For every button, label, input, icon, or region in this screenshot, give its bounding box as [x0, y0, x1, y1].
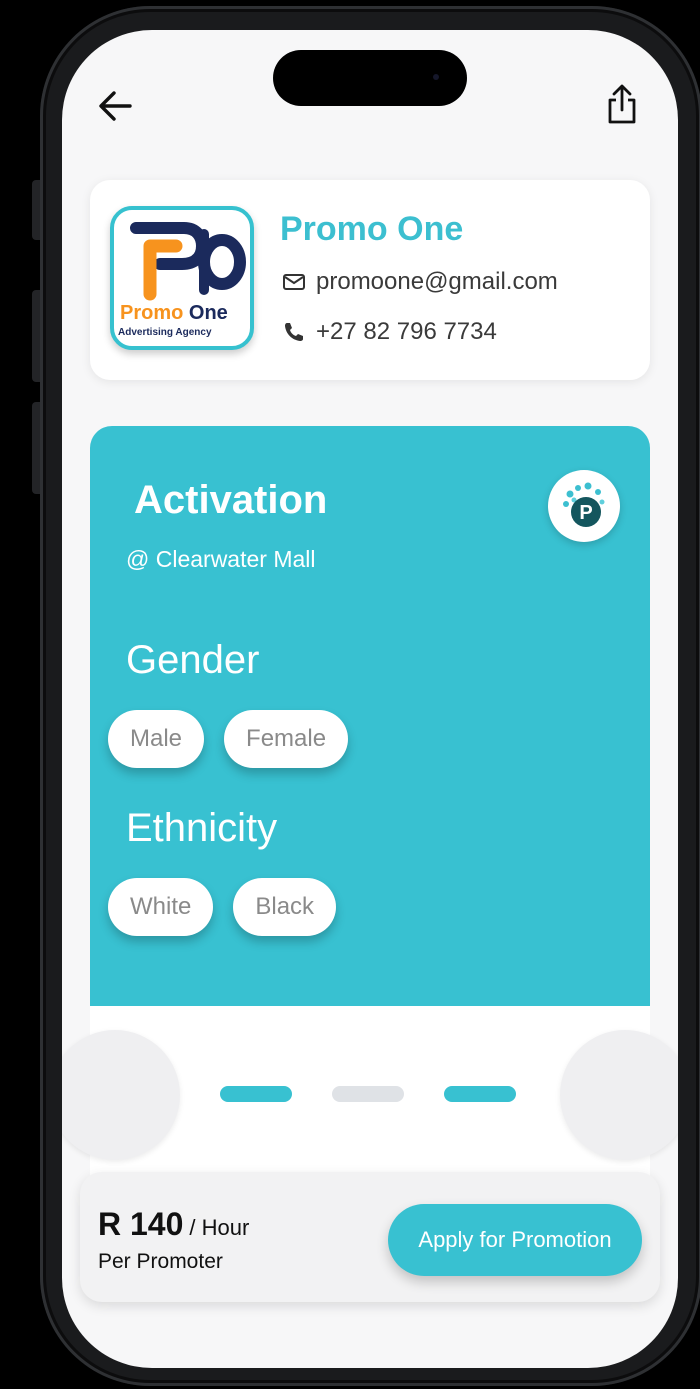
carousel-nav: [62, 1006, 678, 1182]
agency-email-text: promoone@gmail.com: [316, 268, 558, 295]
envelope-icon: [283, 274, 305, 290]
ethnicity-chip-white[interactable]: White: [108, 878, 214, 936]
pricing-bar: R 140 / Hour Per Promoter Apply for Prom…: [80, 1172, 660, 1302]
app-screen: Promo One Advertising Agency Promo One p…: [62, 30, 678, 1368]
gender-options: Male Female: [108, 710, 349, 768]
promotion-title: Activation: [134, 478, 328, 522]
gender-chip-male[interactable]: Male: [108, 710, 205, 768]
agency-phone-text: +27 82 796 7734: [316, 318, 497, 345]
carousel-dots: [220, 1086, 516, 1102]
share-button[interactable]: [602, 82, 642, 128]
price-subtitle: Per Promoter: [98, 1250, 223, 1273]
promotion-badge: P: [548, 470, 620, 542]
carousel-next-button[interactable]: [560, 1030, 678, 1160]
agency-logo: Promo One Advertising Agency: [110, 206, 254, 350]
camera-lens: [433, 74, 439, 80]
brand-badge-icon: P: [563, 482, 605, 527]
carousel-dot-3[interactable]: [444, 1086, 516, 1102]
agency-phone[interactable]: +27 82 796 7734: [282, 318, 497, 346]
carousel-dot-2[interactable]: [332, 1086, 404, 1102]
svg-text:P: P: [579, 502, 592, 524]
gender-heading: Gender: [126, 638, 260, 682]
logo-subtext: Advertising Agency: [118, 327, 212, 338]
back-button[interactable]: [94, 84, 138, 128]
volume-down-button: [32, 402, 40, 494]
promotion-location: @ Clearwater Mall: [126, 546, 316, 572]
volume-up-button: [32, 290, 40, 382]
agency-email[interactable]: promoone@gmail.com: [282, 268, 558, 296]
apply-for-promotion-button[interactable]: Apply for Promotion: [388, 1204, 642, 1276]
share-icon: [608, 84, 636, 124]
price-unit: / Hour: [189, 1215, 250, 1240]
carousel-dot-1[interactable]: [220, 1086, 292, 1102]
carousel-previous-button[interactable]: [62, 1030, 180, 1160]
ethnicity-options: White Black: [108, 878, 337, 936]
phone-icon: [285, 323, 303, 341]
gender-chip-female[interactable]: Female: [224, 710, 349, 768]
agency-name: Promo One: [280, 210, 464, 248]
price: R 140 / Hour: [98, 1206, 249, 1243]
ethnicity-heading: Ethnicity: [126, 806, 278, 850]
agency-card: Promo One Advertising Agency Promo One p…: [90, 180, 650, 380]
silent-switch: [32, 180, 40, 240]
agency-logo-mark: [130, 222, 246, 301]
arrow-left-icon: [99, 91, 132, 121]
ethnicity-chip-black[interactable]: Black: [233, 878, 337, 936]
dynamic-island: [273, 50, 467, 106]
price-amount: R 140: [98, 1206, 184, 1242]
promotion-card: Activation @ Clearwater Mall P Gender Ma…: [90, 426, 650, 1006]
logo-text: Promo One: [120, 302, 228, 324]
